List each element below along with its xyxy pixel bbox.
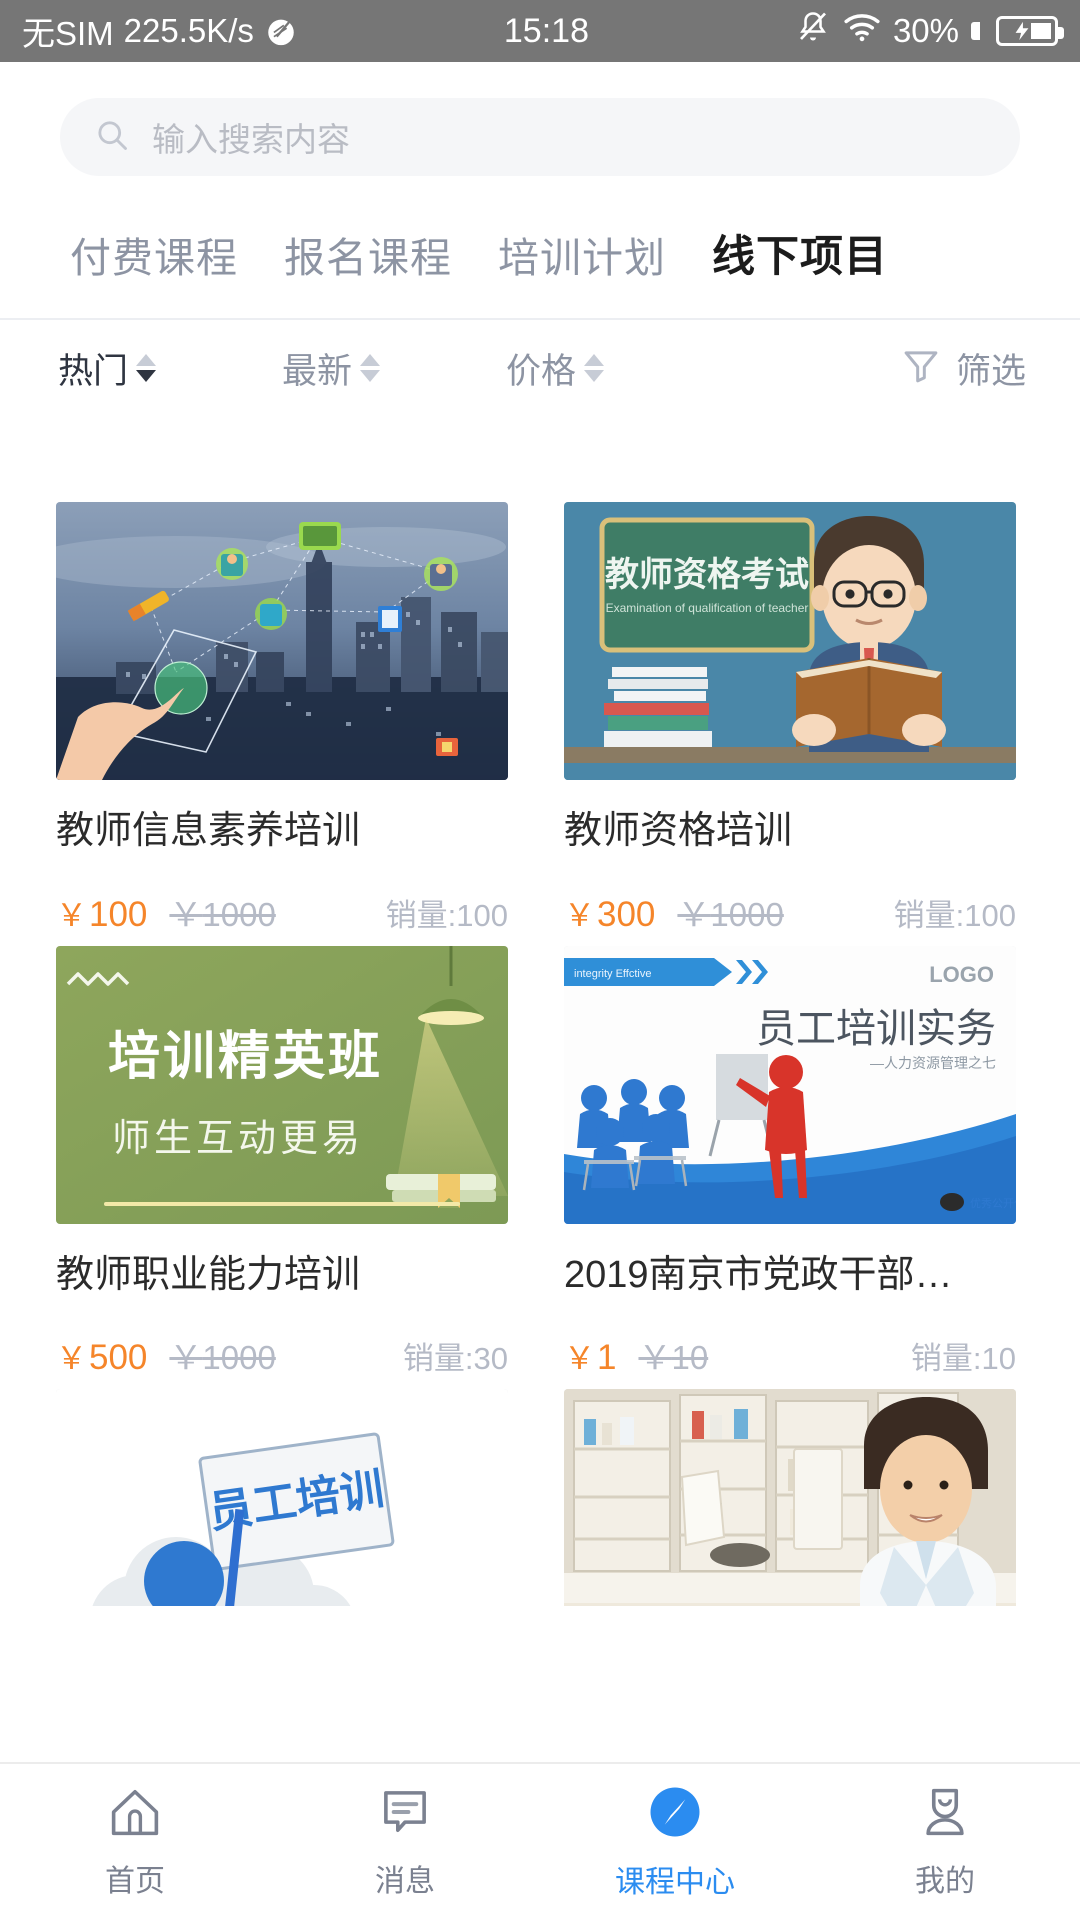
product-price-row: ￥300 ￥1000 销量:100 [564,888,1016,936]
product-sales: 销量:10 [910,1341,1016,1377]
carrier-label: 无SIM [22,15,114,52]
sort-newest[interactable]: 最新 [282,343,381,394]
tab-training-plan[interactable]: 培训计划 [498,224,666,284]
search-placeholder: 输入搜索内容 [152,121,350,158]
product-thumbnail-green-banner[interactable]: 培训精英班 师生互动更易 [56,945,508,1224]
product-original-price: ￥1000 [169,895,276,933]
sort-hot[interactable]: 热门 [58,343,157,394]
product-title: 教师资格培训 [564,810,793,852]
product-price-row: ￥100 ￥1000 销量:100 [56,888,508,936]
product-original-price: ￥1000 [169,1339,276,1377]
search-icon [94,117,130,158]
product-grid-scroll[interactable]: 教师信息素养培训 ￥100 ￥1000 销量:100 教师资格考试 Examin… [0,416,1080,1606]
product-card[interactable]: 员工培训 [56,1389,508,1606]
network-speed-label: 225.5K/s [123,12,254,49]
product-sales: 销量:100 [893,897,1016,933]
app-screen: 无SIM 225.5K/s 15:18 30% 输入搜索内容 付费课程 报名课程… [0,0,1080,1920]
nav-label-home: 首页 [105,1864,165,1898]
product-card[interactable] [564,1389,1016,1606]
battery-charging-icon [996,16,1064,46]
thumb-text-sub: 师生互动更易 [112,1118,364,1160]
product-thumbnail-pharmacist[interactable] [564,1389,1016,1606]
speed-icon [264,14,298,48]
product-original-price: ￥10 [638,1339,709,1377]
status-left: 无SIM 225.5K/s [22,7,298,55]
battery-percent-label: 30% [892,12,959,49]
product-grid: 教师信息素养培训 ￥100 ￥1000 销量:100 教师资格考试 Examin… [0,416,1080,1606]
product-price: ￥500 [56,1338,148,1378]
product-card[interactable]: integrity Effctive LOGO 员工培训实务 —人力资源管理之七 [564,945,1016,1380]
product-price: ￥100 [56,894,148,934]
tab-paid-courses[interactable]: 付费课程 [70,224,238,284]
sort-arrows-icon [360,354,381,382]
status-bar: 无SIM 225.5K/s 15:18 30% [0,0,1080,62]
sort-arrows-icon [136,354,157,382]
message-icon [378,1785,432,1844]
filter-label: 筛选 [955,351,1026,391]
product-card[interactable]: 教师资格考试 Examination of qualification of t… [564,502,1016,936]
funnel-icon [900,345,942,392]
thumb-logo-text: LOGO [929,962,994,987]
status-right: 30% [795,8,1064,54]
product-card[interactable]: 培训精英班 师生互动更易 教师职业能力培训 ￥500 ￥1000 销量:30 [56,945,508,1380]
nav-label-mine: 我的 [915,1864,975,1898]
sort-price-label: 价格 [506,351,577,391]
compass-icon [647,1784,703,1845]
svg-text:integrity Effctive: integrity Effctive [574,968,651,980]
bottom-nav: 首页 消息 课程中心 我的 [0,1762,1080,1920]
nav-label-course-center: 课程中心 [615,1865,735,1899]
product-price: ￥300 [564,894,656,934]
thumb-text-cn: 培训精英班 [108,1028,383,1086]
product-price: ￥1 [564,1338,617,1378]
thumb-text-sub: —人力资源管理之七 [870,1055,996,1071]
thumb-text-cn: 员工培训实务 [756,1007,996,1051]
clock: 15:18 [503,11,589,50]
product-thumbnail-student-reading[interactable]: 教师资格考试 Examination of qualification of t… [564,502,1016,780]
nav-item-course-center[interactable]: 课程中心 [540,1784,810,1901]
sort-newest-label: 最新 [282,351,353,391]
product-title: 教师信息素养培训 [56,810,361,852]
person-icon [918,1785,972,1844]
tab-offline-projects[interactable]: 线下项目 [712,222,888,284]
sort-arrows-icon [584,354,605,382]
product-sales: 销量:100 [385,897,508,933]
sort-hot-label: 热门 [58,351,129,391]
sort-price[interactable]: 价格 [506,343,605,394]
product-thumbnail-smart-city[interactable] [56,502,508,780]
mute-bell-icon [795,9,831,53]
tab-enrolled-courses[interactable]: 报名课程 [284,224,452,284]
product-original-price: ￥1000 [677,895,784,933]
nav-item-mine[interactable]: 我的 [810,1785,1080,1900]
svg-text:优秀公开作品: 优秀公开作品 [970,1197,1016,1210]
filter-button[interactable]: 筛选 [900,343,1026,394]
nav-item-home[interactable]: 首页 [0,1785,270,1900]
product-thumbnail-blue-figure-sign[interactable]: 员工培训 [56,1389,508,1606]
product-thumbnail-staff-training[interactable]: integrity Effctive LOGO 员工培训实务 —人力资源管理之七 [564,945,1016,1224]
wifi-icon [843,8,881,54]
nav-item-message[interactable]: 消息 [270,1785,540,1900]
category-tabs: 付费课程 报名课程 培训计划 线下项目 [0,198,1080,318]
product-price-row: ￥500 ￥1000 销量:30 [56,1331,508,1379]
product-title: 教师职业能力培训 [56,1253,361,1296]
thumb-text-cn: 教师资格考试 [605,556,809,594]
home-icon [108,1785,162,1844]
search-input[interactable]: 输入搜索内容 [60,98,1020,176]
thumb-text-en: Examination of qualification of teacher [606,601,809,615]
product-sales: 销量:30 [402,1341,508,1377]
product-title: 2019南京市党政干部… [564,1253,953,1296]
search-section: 输入搜索内容 [0,62,1080,198]
product-price-row: ￥1 ￥10 销量:10 [564,1331,1016,1379]
product-card[interactable]: 教师信息素养培训 ￥100 ￥1000 销量:100 [56,502,508,936]
battery-terminal [971,22,980,40]
sort-filter-bar: 热门 最新 价格 筛选 [0,320,1080,416]
nav-label-message: 消息 [375,1864,435,1898]
